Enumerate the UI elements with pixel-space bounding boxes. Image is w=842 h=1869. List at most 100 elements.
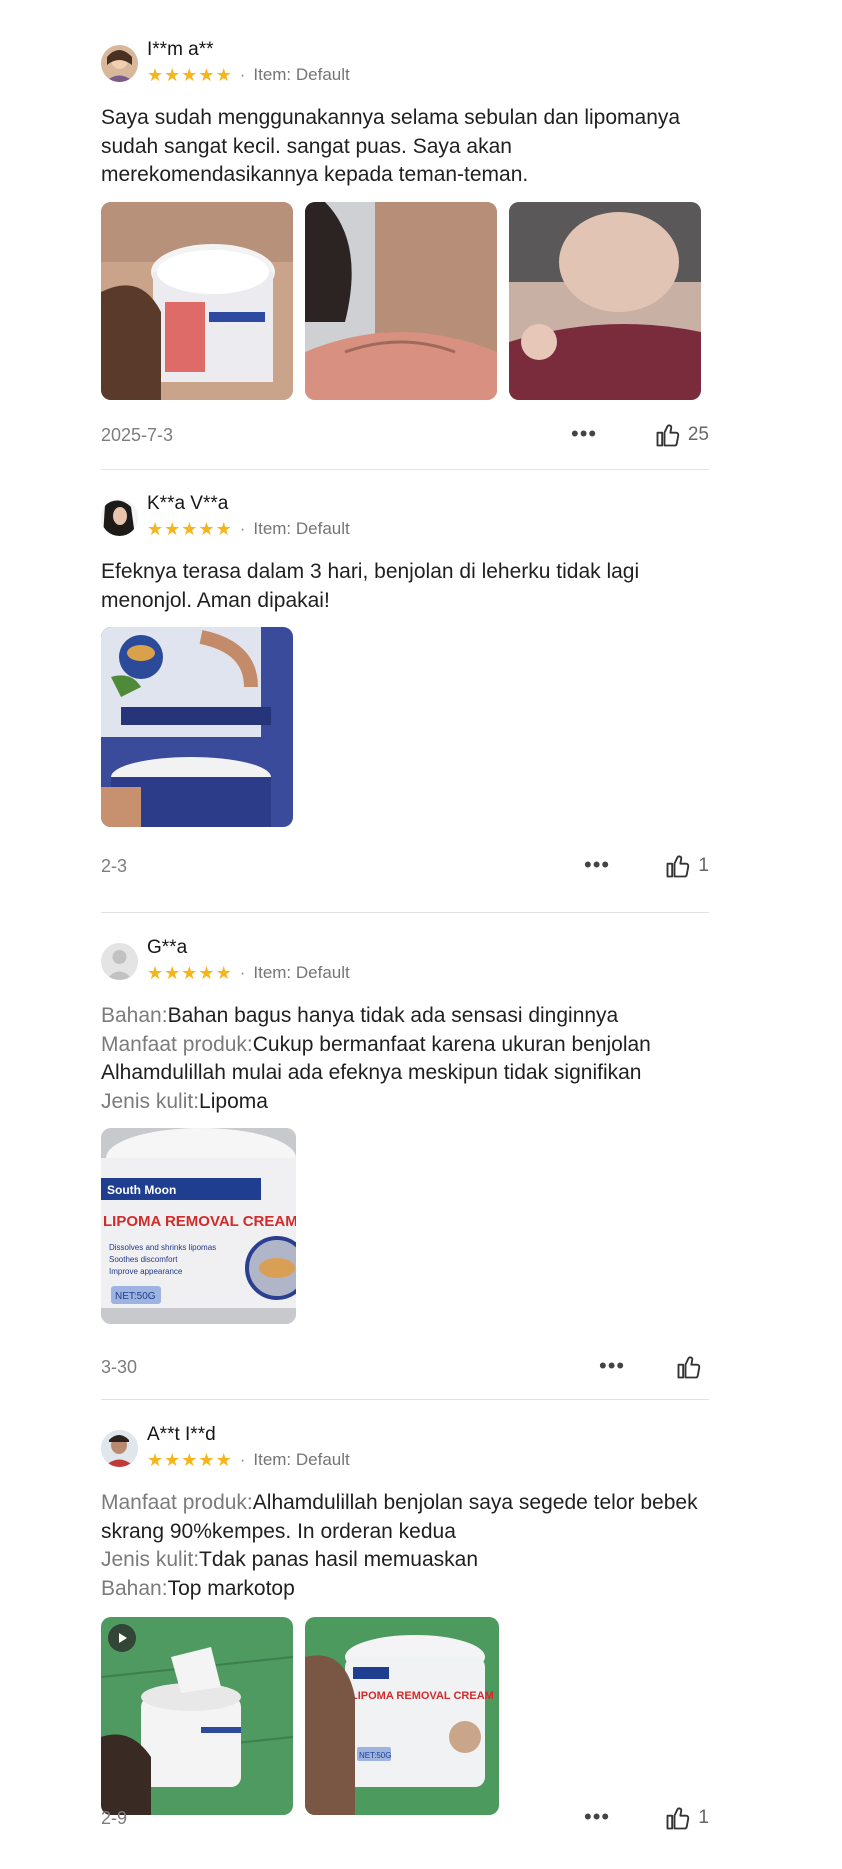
review-card: K**a V**a ★ ★ ★ ★ ★ · Item: Default Efeknya …: [101, 493, 709, 827]
star-icon: ★: [147, 65, 164, 85]
review-video-thumbnail[interactable]: [101, 1617, 293, 1815]
review-field: Jenis kulit:Tdak panas hasil memuaskan: [101, 1546, 709, 1575]
star-icon: ★: [198, 1450, 215, 1470]
avatar[interactable]: [101, 45, 138, 82]
star-icon: ★: [215, 519, 232, 539]
review-text: Saya sudah menggunakannya selama sebulan…: [101, 106, 681, 186]
more-dots-icon[interactable]: •••: [584, 854, 610, 876]
divider: [101, 1399, 709, 1400]
review-footer: 3-30 •••: [101, 1353, 709, 1383]
like-button[interactable]: 25: [654, 421, 709, 449]
item-variant: Item: Default: [253, 519, 350, 538]
photo-net-weight: NET:50G: [115, 1291, 156, 1302]
review-header: K**a V**a ★ ★ ★ ★ ★ · Item: Default: [101, 493, 709, 548]
username: A**t I**d: [147, 1424, 216, 1445]
review-text: Efeknya terasa dalam 3 hari, benjolan di…: [101, 560, 640, 612]
item-variant: Item: Default: [253, 1450, 350, 1469]
separator-dot: ·: [239, 519, 246, 538]
review-card: I**m a** ★ ★ ★ ★ ★ · Item: Default Saya suda…: [101, 39, 709, 400]
thumbs-up-icon: [656, 424, 680, 447]
review-field: Jenis kulit:Lipoma: [101, 1088, 709, 1117]
review-card: G**a ★ ★ ★ ★ ★ · Item: Default Bahan:Bahan b…: [101, 937, 709, 1324]
review-field: Manfaat produk:Cukup bermanfaat karena u…: [101, 1031, 709, 1088]
star-icon: ★: [215, 1450, 232, 1470]
rating-row: ★ ★ ★ ★ ★ · Item: Default: [147, 962, 350, 984]
avatar[interactable]: [101, 499, 138, 536]
review-date: 2-9: [101, 1808, 128, 1828]
field-label: Bahan:: [101, 1004, 168, 1027]
review-photo[interactable]: [101, 627, 293, 827]
photo-claim: Dissolves and shrinks lipomas: [109, 1243, 216, 1252]
like-button[interactable]: 1: [664, 852, 709, 880]
review-header: G**a ★ ★ ★ ★ ★ · Item: Default: [101, 937, 709, 992]
field-label: Jenis kulit:: [101, 1548, 200, 1571]
field-value: Lipoma: [199, 1089, 268, 1113]
review-field: Manfaat produk:Alhamdulillah benjolan sa…: [101, 1489, 709, 1546]
review-photo[interactable]: [509, 201, 701, 400]
field-value: Top markotop: [167, 1576, 295, 1600]
like-count: 25: [687, 424, 709, 445]
like-count: 1: [698, 855, 709, 876]
star-icon: ★: [181, 65, 198, 85]
review-photos: [101, 627, 709, 827]
star-icon: ★: [215, 65, 232, 85]
separator-dot: ·: [239, 65, 246, 84]
star-icon: ★: [198, 519, 215, 539]
play-icon: [108, 1624, 136, 1652]
avatar[interactable]: [101, 1430, 138, 1467]
username: G**a: [147, 937, 188, 958]
field-label: Manfaat produk:: [101, 1032, 253, 1056]
star-icon: ★: [147, 1450, 164, 1470]
star-icon: ★: [181, 519, 198, 539]
star-icon: ★: [215, 963, 232, 983]
like-button[interactable]: [675, 1353, 709, 1381]
field-value: Bahan bagus hanya tidak ada sensasi ding…: [167, 1004, 619, 1027]
review-footer: 2025-7-3 ••• 25: [101, 421, 709, 451]
divider: [101, 912, 709, 913]
review-footer: 2-9 ••• 1: [101, 1804, 709, 1834]
review-photos: LIPOMA REMOVAL CREAM NET:50G: [101, 1617, 709, 1815]
photo-product-name: LIPOMA REMOVAL CREAM: [351, 1690, 494, 1702]
separator-dot: ·: [239, 1450, 246, 1469]
review-card: A**t I**d ★ ★ ★ ★ ★ · Item: Default Manfaat …: [101, 1424, 709, 1815]
review-date: 2025-7-3: [101, 425, 174, 445]
photo-product-name: LIPOMA REMOVAL CREAM: [103, 1213, 296, 1230]
review-photos: [101, 201, 709, 400]
star-icon: ★: [164, 1450, 181, 1470]
thumbs-up-icon: [666, 1807, 690, 1830]
rating-row: ★ ★ ★ ★ ★ · Item: Default: [147, 1449, 350, 1471]
item-variant: Item: Default: [253, 963, 350, 982]
avatar[interactable]: [101, 943, 138, 980]
review-photo[interactable]: LIPOMA REMOVAL CREAM NET:50G: [305, 1617, 499, 1815]
star-icon: ★: [147, 963, 164, 983]
separator-dot: ·: [239, 963, 246, 982]
reviews-page: I**m a** ★ ★ ★ ★ ★ · Item: Default Saya suda…: [0, 0, 842, 1869]
star-rating: ★ ★ ★ ★ ★: [147, 964, 232, 982]
star-icon: ★: [198, 65, 215, 85]
more-dots-icon[interactable]: •••: [584, 1806, 610, 1828]
username: K**a V**a: [147, 493, 229, 514]
item-variant: Item: Default: [253, 65, 350, 84]
username: I**m a**: [147, 39, 214, 60]
review-text: Bahan:Bahan bagus hanya tidak ada sensas…: [101, 1002, 709, 1116]
more-dots-icon[interactable]: •••: [571, 423, 597, 445]
star-icon: ★: [164, 963, 181, 983]
review-header: A**t I**d ★ ★ ★ ★ ★ · Item: Default: [101, 1424, 709, 1479]
review-footer: 2-3 ••• 1: [101, 852, 709, 882]
star-rating: ★ ★ ★ ★ ★: [147, 66, 232, 84]
like-count: 1: [698, 1807, 709, 1828]
star-rating: ★ ★ ★ ★ ★: [147, 1451, 232, 1469]
review-date: 3-30: [101, 1357, 138, 1377]
more-dots-icon[interactable]: •••: [599, 1355, 625, 1377]
star-icon: ★: [164, 65, 181, 85]
like-button[interactable]: 1: [664, 1804, 709, 1832]
review-photo[interactable]: [101, 201, 293, 400]
review-text: Manfaat produk:Alhamdulillah benjolan sa…: [101, 1489, 709, 1603]
review-header: I**m a** ★ ★ ★ ★ ★ · Item: Default: [101, 39, 709, 94]
field-label: Manfaat produk:: [101, 1491, 253, 1514]
star-icon: ★: [198, 963, 215, 983]
field-label: Jenis kulit:: [101, 1089, 200, 1113]
review-photo[interactable]: South Moon LIPOMA REMOVAL CREAM Dissolve…: [101, 1128, 296, 1324]
review-photo[interactable]: [305, 201, 497, 400]
photo-brand: South Moon: [107, 1183, 176, 1197]
